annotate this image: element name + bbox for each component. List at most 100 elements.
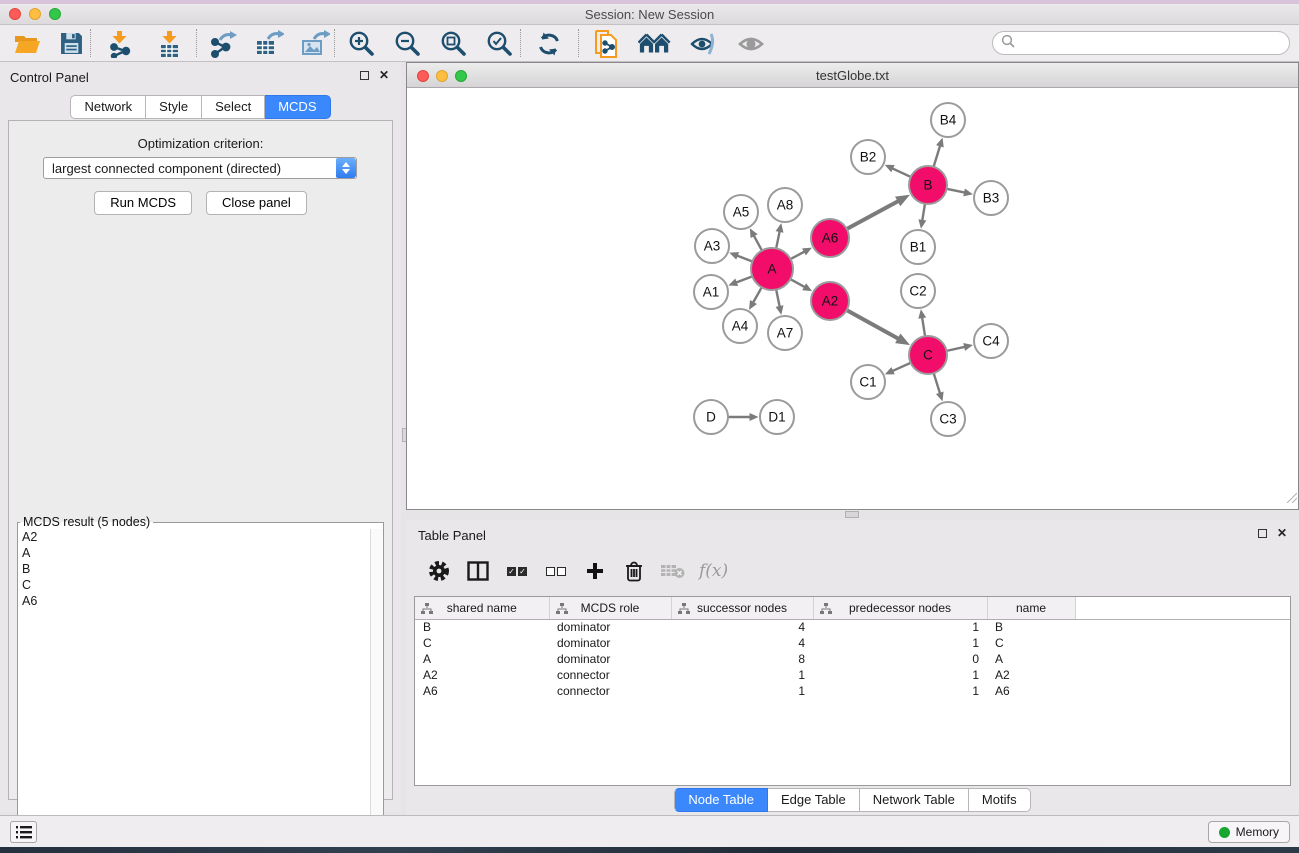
delete-trash-icon[interactable] — [621, 556, 647, 586]
resize-grip-icon[interactable] — [1285, 490, 1297, 508]
hide-graphics-details-icon[interactable] — [686, 29, 720, 59]
close-panel-icon[interactable]: ✕ — [379, 70, 389, 80]
graph-edge-A-A4[interactable] — [752, 287, 761, 303]
network-graph[interactable]: B4B2BB3A8A5A6B1A3AA1C2A2A4A7C4CC1C3DD1 — [407, 88, 1298, 509]
graph-edge-A6-B[interactable] — [847, 200, 900, 229]
mcds-result-item[interactable]: A — [18, 545, 370, 561]
graph-node-B[interactable]: B — [909, 166, 947, 204]
tab-select[interactable]: Select — [202, 95, 265, 119]
graph-node-A[interactable]: A — [751, 248, 793, 290]
deselect-all-rows-icon[interactable] — [543, 556, 569, 586]
search-input[interactable] — [1015, 36, 1289, 51]
tab-mcds[interactable]: MCDS — [265, 95, 330, 119]
zoom-selected-icon[interactable] — [482, 29, 516, 59]
mcds-result-item[interactable]: A2 — [18, 529, 370, 545]
tab-network[interactable]: Network — [70, 95, 146, 119]
memory-button[interactable]: Memory — [1208, 821, 1290, 843]
table-settings-gear-icon[interactable] — [426, 556, 452, 586]
tab-style[interactable]: Style — [146, 95, 202, 119]
graph-node-A5[interactable]: A5 — [724, 195, 758, 229]
column-header-successor-nodes[interactable]: successor nodes — [671, 597, 813, 619]
node-table[interactable]: shared nameMCDS rolesuccessor nodesprede… — [414, 596, 1291, 786]
graph-node-B3[interactable]: B3 — [974, 181, 1008, 215]
divider-thumb[interactable] — [845, 511, 859, 518]
tab-node-table[interactable]: Node Table — [674, 788, 768, 812]
export-table-icon[interactable] — [252, 29, 286, 59]
graph-node-D[interactable]: D — [694, 400, 728, 434]
graph-node-B1[interactable]: B1 — [901, 230, 935, 264]
search-field[interactable] — [992, 31, 1290, 55]
table-row[interactable]: A6connector11A6 — [415, 683, 1290, 699]
network-canvas[interactable]: B4B2BB3A8A5A6B1A3AA1C2A2A4A7C4CC1C3DD1 — [407, 88, 1298, 509]
mcds-result-scrollbar[interactable] — [370, 529, 383, 853]
add-icon[interactable] — [582, 556, 608, 586]
float-panel-icon[interactable] — [1258, 529, 1267, 538]
graph-edge-A-A1[interactable] — [735, 276, 752, 283]
table-row[interactable]: Adominator80A — [415, 651, 1290, 667]
delete-table-icon[interactable] — [660, 556, 686, 586]
export-image-icon[interactable] — [298, 29, 332, 59]
horizontal-split-divider[interactable] — [406, 510, 1299, 520]
graph-node-A7[interactable]: A7 — [768, 316, 802, 350]
graph-edge-C-C1[interactable] — [891, 363, 910, 372]
save-session-icon[interactable] — [54, 29, 88, 59]
open-session-icon[interactable] — [10, 29, 44, 59]
graph-edge-C-C2[interactable] — [922, 316, 925, 336]
graph-node-A8[interactable]: A8 — [768, 188, 802, 222]
graph-node-A3[interactable]: A3 — [695, 229, 729, 263]
graph-node-B2[interactable]: B2 — [851, 140, 885, 174]
graph-node-C2[interactable]: C2 — [901, 274, 935, 308]
column-header-shared-name[interactable]: shared name — [415, 597, 549, 619]
graph-edge-A-A3[interactable] — [736, 255, 753, 261]
run-mcds-button[interactable]: Run MCDS — [94, 191, 192, 215]
task-history-button[interactable] — [10, 821, 37, 843]
graph-edge-A-A6[interactable] — [791, 251, 806, 259]
graph-edge-B-B1[interactable] — [922, 204, 925, 222]
graph-edge-B-B3[interactable] — [947, 189, 966, 193]
table-row[interactable]: Bdominator41B — [415, 619, 1290, 635]
network-window-titlebar[interactable]: testGlobe.txt — [407, 63, 1298, 88]
graph-edge-B-B2[interactable] — [891, 168, 911, 177]
close-panel-button[interactable]: Close panel — [206, 191, 307, 215]
graph-node-A1[interactable]: A1 — [694, 275, 728, 309]
graph-node-A2[interactable]: A2 — [811, 282, 849, 320]
graph-edge-C-C3[interactable] — [934, 373, 941, 395]
column-header-predecessor-nodes[interactable]: predecessor nodes — [813, 597, 987, 619]
tab-edge-table[interactable]: Edge Table — [768, 788, 860, 812]
graph-node-D1[interactable]: D1 — [760, 400, 794, 434]
tab-network-table[interactable]: Network Table — [860, 788, 969, 812]
graph-edge-A-A5[interactable] — [753, 234, 762, 250]
graph-edge-A-A8[interactable] — [776, 230, 780, 248]
float-panel-icon[interactable] — [360, 71, 369, 80]
import-table-icon[interactable] — [152, 29, 186, 59]
graph-edge-B-B4[interactable] — [934, 144, 941, 166]
show-graphics-details-icon[interactable] — [734, 29, 768, 59]
graph-node-C3[interactable]: C3 — [931, 402, 965, 436]
first-neighbors-icon[interactable] — [638, 29, 672, 59]
zoom-out-icon[interactable] — [390, 29, 424, 59]
select-all-rows-icon[interactable]: ✓✓ — [504, 556, 530, 586]
zoom-fit-icon[interactable] — [436, 29, 470, 59]
close-panel-icon[interactable]: ✕ — [1277, 528, 1287, 538]
export-network-icon[interactable] — [206, 29, 240, 59]
table-row[interactable]: Cdominator41C — [415, 635, 1290, 651]
criterion-dropdown[interactable]: largest connected component (directed) — [43, 157, 357, 179]
column-header-name[interactable]: name — [987, 597, 1075, 619]
zoom-in-icon[interactable] — [344, 29, 378, 59]
tab-motifs[interactable]: Motifs — [969, 788, 1031, 812]
import-network-icon[interactable] — [102, 29, 136, 59]
mcds-result-list[interactable]: A2ABCA6 — [18, 529, 370, 853]
graph-node-A6[interactable]: A6 — [811, 219, 849, 257]
graph-node-B4[interactable]: B4 — [931, 103, 965, 137]
graph-node-A4[interactable]: A4 — [723, 309, 757, 343]
show-column-icon[interactable] — [465, 556, 491, 586]
column-header-mcds-role[interactable]: MCDS role — [549, 597, 671, 619]
graph-edge-A2-C[interactable] — [847, 310, 900, 339]
refresh-icon[interactable] — [532, 29, 566, 59]
graph-node-C1[interactable]: C1 — [851, 365, 885, 399]
new-network-document-icon[interactable] — [590, 29, 624, 59]
graph-edge-C-C4[interactable] — [947, 347, 967, 351]
mcds-result-item[interactable]: A6 — [18, 593, 370, 609]
mcds-result-item[interactable]: B — [18, 561, 370, 577]
graph-edge-A-A2[interactable] — [790, 279, 806, 288]
